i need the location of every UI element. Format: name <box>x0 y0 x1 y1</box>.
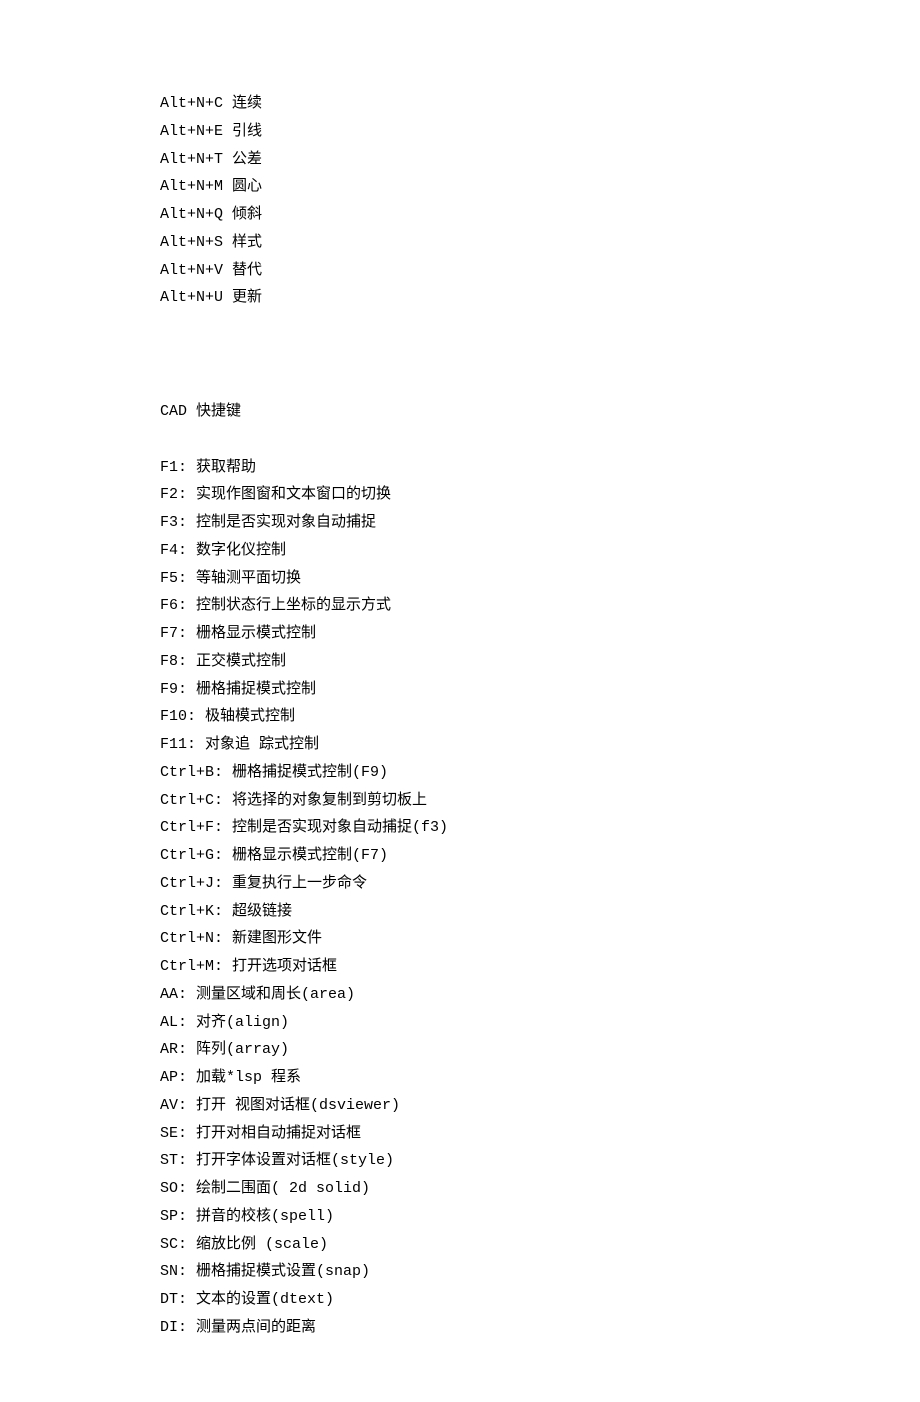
shortcut-line: F10: 极轴模式控制 <box>160 703 920 731</box>
shortcut-line: F6: 控制状态行上坐标的显示方式 <box>160 592 920 620</box>
shortcut-line: SC: 缩放比例 (scale) <box>160 1231 920 1259</box>
shortcut-line: Alt+N+C 连续 <box>160 90 920 118</box>
shortcut-line: Ctrl+J: 重复执行上一步命令 <box>160 870 920 898</box>
shortcut-line: F4: 数字化仪控制 <box>160 537 920 565</box>
shortcut-line: Ctrl+B: 栅格捕捉模式控制(F9) <box>160 759 920 787</box>
shortcut-line: AR: 阵列(array) <box>160 1036 920 1064</box>
shortcut-line: Alt+N+V 替代 <box>160 257 920 285</box>
section-spacer <box>160 312 920 398</box>
shortcut-line: SO: 绘制二围面( 2d solid) <box>160 1175 920 1203</box>
shortcut-line: F7: 栅格显示模式控制 <box>160 620 920 648</box>
shortcut-line: DI: 测量两点间的距离 <box>160 1314 920 1342</box>
shortcut-line: Alt+N+M 圆心 <box>160 173 920 201</box>
shortcut-line: Ctrl+F: 控制是否实现对象自动捕捉(f3) <box>160 814 920 842</box>
shortcut-line: AV: 打开 视图对话框(dsviewer) <box>160 1092 920 1120</box>
shortcut-line: Ctrl+N: 新建图形文件 <box>160 925 920 953</box>
shortcut-line: Ctrl+M: 打开选项对话框 <box>160 953 920 981</box>
shortcut-line: F3: 控制是否实现对象自动捕捉 <box>160 509 920 537</box>
shortcut-line: SN: 栅格捕捉模式设置(snap) <box>160 1258 920 1286</box>
shortcut-line: Ctrl+K: 超级链接 <box>160 898 920 926</box>
shortcut-line: Ctrl+G: 栅格显示模式控制(F7) <box>160 842 920 870</box>
section-shortcut-list-2: F1: 获取帮助 F2: 实现作图窗和文本窗口的切换 F3: 控制是否实现对象自… <box>160 454 920 1342</box>
shortcut-line: F9: 栅格捕捉模式控制 <box>160 676 920 704</box>
shortcut-line: Alt+N+Q 倾斜 <box>160 201 920 229</box>
blank-line <box>160 426 920 454</box>
shortcut-line: SE: 打开对相自动捕捉对话框 <box>160 1120 920 1148</box>
shortcut-line: DT: 文本的设置(dtext) <box>160 1286 920 1314</box>
section-shortcut-list-1: Alt+N+C 连续 Alt+N+E 引线 Alt+N+T 公差 Alt+N+M… <box>160 90 920 312</box>
shortcut-line: F8: 正交模式控制 <box>160 648 920 676</box>
shortcut-line: F2: 实现作图窗和文本窗口的切换 <box>160 481 920 509</box>
heading-cad-shortcuts: CAD 快捷键 <box>160 398 920 426</box>
shortcut-line: AP: 加载*lsp 程系 <box>160 1064 920 1092</box>
shortcut-line: F5: 等轴测平面切换 <box>160 565 920 593</box>
shortcut-line: Alt+N+S 样式 <box>160 229 920 257</box>
shortcut-line: Ctrl+C: 将选择的对象复制到剪切板上 <box>160 787 920 815</box>
shortcut-line: AL: 对齐(align) <box>160 1009 920 1037</box>
shortcut-line: SP: 拼音的校核(spell) <box>160 1203 920 1231</box>
shortcut-line: Alt+N+T 公差 <box>160 146 920 174</box>
shortcut-line: Alt+N+U 更新 <box>160 284 920 312</box>
shortcut-line: F1: 获取帮助 <box>160 454 920 482</box>
shortcut-line: ST: 打开字体设置对话框(style) <box>160 1147 920 1175</box>
shortcut-line: AA: 测量区域和周长(area) <box>160 981 920 1009</box>
shortcut-line: F11: 对象追 踪式控制 <box>160 731 920 759</box>
shortcut-line: Alt+N+E 引线 <box>160 118 920 146</box>
document-page: Alt+N+C 连续 Alt+N+E 引线 Alt+N+T 公差 Alt+N+M… <box>0 0 920 1402</box>
